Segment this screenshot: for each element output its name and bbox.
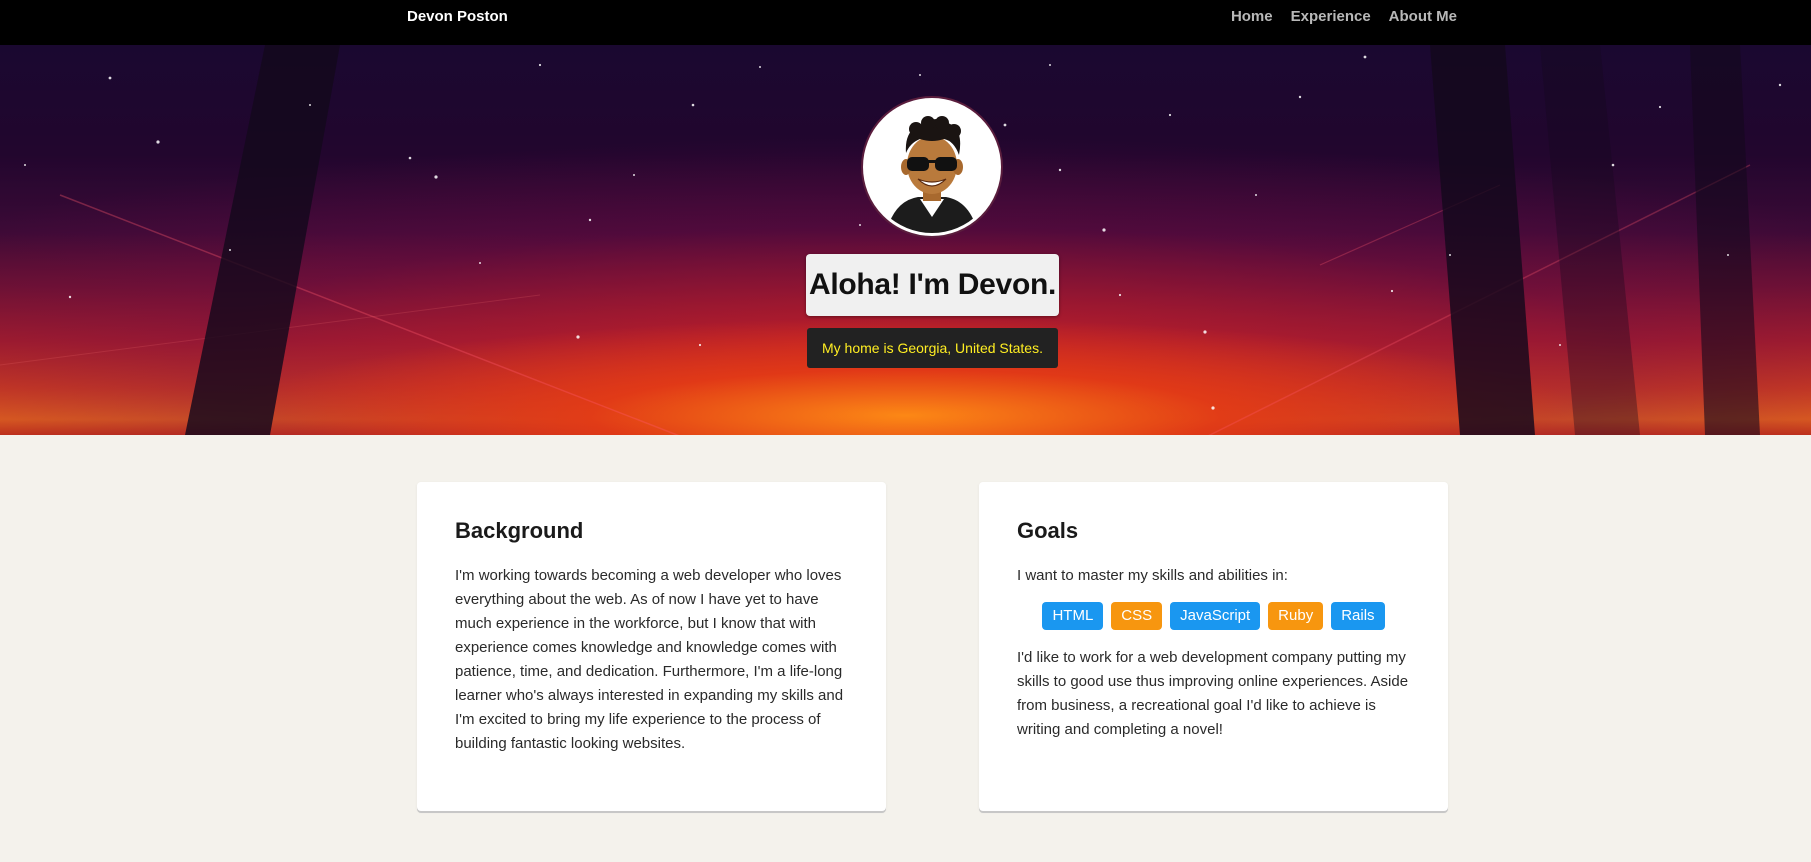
nav-link-about-me[interactable]: About Me bbox=[1389, 8, 1457, 26]
skill-badge-ruby: Ruby bbox=[1268, 602, 1324, 630]
nav-link-home[interactable]: Home bbox=[1231, 8, 1273, 26]
avatar-emoji-icon bbox=[866, 101, 998, 233]
hero-banner: Aloha! I'm Devon. My home is Georgia, Un… bbox=[0, 45, 1811, 435]
brand-link[interactable]: Devon Poston bbox=[407, 8, 508, 26]
hero-content: Aloha! I'm Devon. My home is Georgia, Un… bbox=[0, 45, 1811, 435]
goals-heading: Goals bbox=[1017, 518, 1079, 543]
background-card: Background I'm working towards becoming … bbox=[417, 482, 886, 811]
skill-badge-css: CSS bbox=[1111, 602, 1163, 630]
skill-badge-javascript: JavaScript bbox=[1170, 602, 1261, 630]
nav-link-experience[interactable]: Experience bbox=[1291, 8, 1371, 26]
background-text: I'm working towards becoming a web devel… bbox=[455, 567, 844, 752]
nav-links: Home Experience About Me bbox=[1231, 8, 1457, 26]
hero-subtitle: My home is Georgia, United States. bbox=[822, 340, 1043, 356]
avatar bbox=[861, 96, 1003, 238]
goals-text: I'd like to work for a web development c… bbox=[1017, 649, 1409, 738]
skill-badge-rails: Rails bbox=[1331, 602, 1385, 630]
top-navbar: Devon Poston Home Experience About Me bbox=[0, 0, 1811, 45]
hero-title-box: Aloha! I'm Devon. bbox=[806, 254, 1059, 316]
goals-card: Goals I want to master my skills and abi… bbox=[979, 482, 1448, 811]
background-heading: Background bbox=[455, 518, 584, 543]
goals-intro: I want to master my skills and abilities… bbox=[1017, 567, 1288, 584]
hero-subtitle-box: My home is Georgia, United States. bbox=[807, 328, 1058, 368]
hero-title: Aloha! I'm Devon. bbox=[808, 268, 1057, 301]
skills-badges: HTML CSS JavaScript Ruby Rails bbox=[1017, 602, 1410, 630]
skill-badge-html: HTML bbox=[1042, 602, 1104, 630]
